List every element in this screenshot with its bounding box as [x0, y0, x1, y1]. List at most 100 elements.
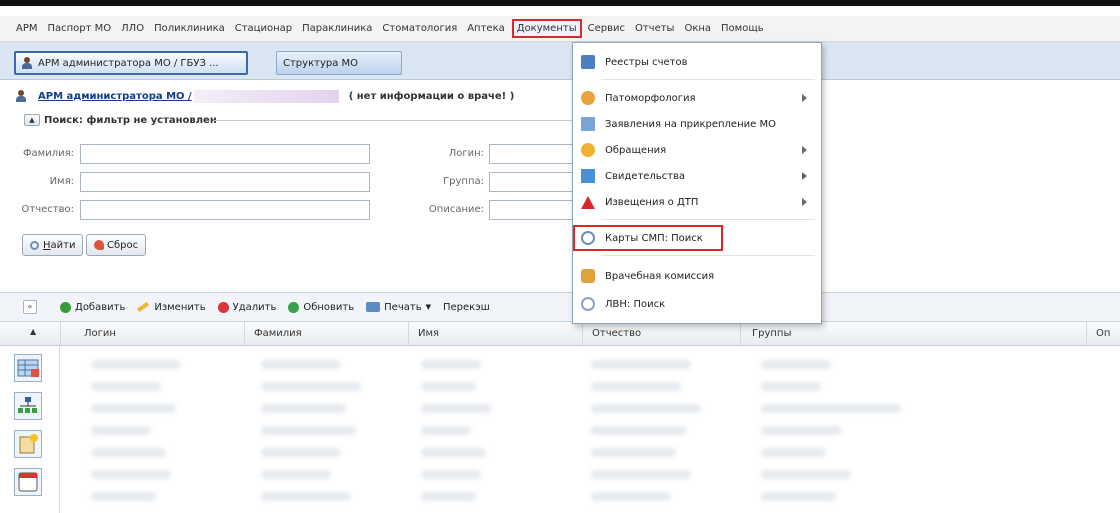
- blurred-cell: [421, 470, 481, 479]
- delete-button[interactable]: Удалить: [217, 301, 276, 313]
- menu-item-label: Извещения о ДТП: [605, 196, 699, 208]
- menu-item-lvn-search[interactable]: ЛВН: Поиск: [573, 291, 821, 317]
- blurred-cell: [261, 470, 331, 479]
- sort-icon[interactable]: ▲: [30, 327, 36, 336]
- menu-stomatology[interactable]: Стоматология: [382, 23, 457, 34]
- user-icon: [16, 90, 26, 102]
- redacted-org-name: [193, 89, 339, 103]
- tab-arm-admin-label: АРМ администратора МО / ГБУЗ ...: [38, 57, 219, 69]
- column-separator: [60, 322, 61, 346]
- find-button[interactable]: Найти: [22, 234, 84, 256]
- menu-item-pathomorphology[interactable]: Патоморфология: [573, 85, 821, 111]
- blurred-cell: [261, 426, 356, 435]
- group-field[interactable]: [489, 172, 584, 192]
- blurred-cell: [91, 382, 161, 391]
- column-separator: [408, 322, 409, 346]
- calendar-icon-svg: [18, 472, 38, 492]
- blurred-cell: [591, 492, 671, 501]
- menu-item-medical-commission[interactable]: Врачебная комиссия: [573, 263, 821, 289]
- blurred-cell: [261, 492, 351, 501]
- recache-button[interactable]: Перекэш: [443, 302, 490, 313]
- blurred-cell: [761, 404, 901, 413]
- column-login[interactable]: Логин: [84, 328, 116, 339]
- menu-item-attachment-applications[interactable]: Заявления на прикрепление МО: [573, 111, 821, 137]
- print-dropdown-icon: ▼: [425, 303, 431, 311]
- menu-item-invoice-registers[interactable]: Реестры счетов: [573, 49, 821, 75]
- menu-documents[interactable]: Документы: [511, 19, 582, 38]
- menu-separator: [601, 79, 815, 80]
- menu-polyclinic[interactable]: Поликлиника: [154, 23, 225, 34]
- arm-admin-link[interactable]: АРМ администратора МО /: [38, 91, 192, 102]
- menu-pharmacy[interactable]: Аптека: [467, 23, 505, 34]
- tab-arm-admin[interactable]: АРМ администратора МО / ГБУЗ ...: [14, 51, 248, 75]
- blurred-cell: [91, 448, 166, 457]
- surname-field[interactable]: [80, 144, 370, 164]
- menu-item-label: Свидетельства: [605, 170, 686, 182]
- calendar-icon[interactable]: [14, 468, 42, 496]
- grid-rows-blurred: [61, 346, 1120, 513]
- menu-llo[interactable]: ЛЛО: [121, 23, 144, 34]
- print-button-label: Печать: [384, 301, 422, 313]
- blurred-cell: [421, 360, 481, 369]
- refresh-button-label: Обновить: [303, 301, 355, 313]
- column-groups[interactable]: Группы: [752, 328, 791, 339]
- print-button[interactable]: Печать ▼: [366, 302, 431, 313]
- documents-dropdown-menu: Реестры счетов Патоморфология Заявления …: [572, 42, 822, 324]
- refresh-button[interactable]: Обновить: [288, 301, 355, 313]
- blurred-cell: [591, 382, 681, 391]
- patronymic-field[interactable]: [80, 200, 370, 220]
- print-icon: [366, 302, 381, 312]
- add-button-label: Добавить: [75, 301, 126, 313]
- edit-button[interactable]: Изменить: [137, 301, 206, 313]
- name-label: Имя:: [49, 176, 74, 187]
- no-doctor-info: ( нет информации о враче! ): [348, 90, 515, 102]
- blurred-cell: [421, 382, 476, 391]
- structure-icon[interactable]: [14, 392, 42, 420]
- collapse-search-button[interactable]: ▲: [24, 114, 40, 126]
- column-separator: [740, 322, 741, 346]
- menu-item-label: Карты СМП: Поиск: [605, 232, 703, 244]
- menu-item-appeals[interactable]: Обращения: [573, 137, 821, 163]
- menu-windows[interactable]: Окна: [684, 23, 711, 34]
- collapse-sidebar-button[interactable]: «: [23, 300, 37, 314]
- register-icon: [581, 55, 595, 69]
- menu-help[interactable]: Помощь: [721, 23, 764, 34]
- name-field[interactable]: [80, 172, 370, 192]
- tab-structure-mo[interactable]: Структура МО: [276, 51, 402, 75]
- login-field[interactable]: [489, 144, 584, 164]
- edit-button-label: Изменить: [154, 301, 206, 313]
- grid-header: ▲ Логин Фамилия Имя Отчество Группы Оп: [0, 322, 1120, 346]
- menu-item-certificates[interactable]: Свидетельства: [573, 163, 821, 189]
- menu-item-smp-cards-search[interactable]: Карты СМП: Поиск: [573, 225, 723, 251]
- certificate-icon: [581, 169, 595, 183]
- main-menubar: АРМ Паспорт МО ЛЛО Поликлиника Стационар…: [0, 16, 1120, 42]
- add-button[interactable]: Добавить: [60, 301, 126, 313]
- column-surname[interactable]: Фамилия: [254, 328, 302, 339]
- menu-reports[interactable]: Отчеты: [635, 23, 674, 34]
- blurred-cell: [421, 448, 486, 457]
- column-patronymic[interactable]: Отчество: [592, 328, 641, 339]
- menu-paraclinic[interactable]: Параклиника: [302, 23, 372, 34]
- menu-hospital[interactable]: Стационар: [235, 23, 292, 34]
- menu-service[interactable]: Сервис: [588, 23, 625, 34]
- blurred-cell: [761, 448, 826, 457]
- description-field[interactable]: [489, 200, 584, 220]
- reset-button[interactable]: Сброс: [86, 234, 147, 256]
- surname-label: Фамилия:: [22, 148, 74, 159]
- menu-item-label: Обращения: [605, 144, 667, 156]
- menu-item-accident-notices[interactable]: Извещения о ДТП: [573, 189, 821, 215]
- blurred-cell: [91, 470, 171, 479]
- document-star-icon[interactable]: [14, 430, 42, 458]
- document-star-icon-svg: [19, 434, 38, 454]
- column-name[interactable]: Имя: [418, 328, 439, 339]
- column-separator: [1086, 322, 1087, 346]
- tab-structure-mo-label: Структура МО: [283, 57, 359, 69]
- menu-arm[interactable]: АРМ: [16, 23, 38, 34]
- structure-icon-svg: [18, 397, 37, 413]
- menu-separator: [601, 219, 815, 220]
- menu-passport-mo[interactable]: Паспорт МО: [48, 23, 112, 34]
- pencil-icon: [137, 301, 150, 313]
- column-description[interactable]: Оп: [1096, 328, 1110, 339]
- grid-view-icon[interactable]: [14, 354, 42, 382]
- lvn-search-icon: [581, 297, 595, 311]
